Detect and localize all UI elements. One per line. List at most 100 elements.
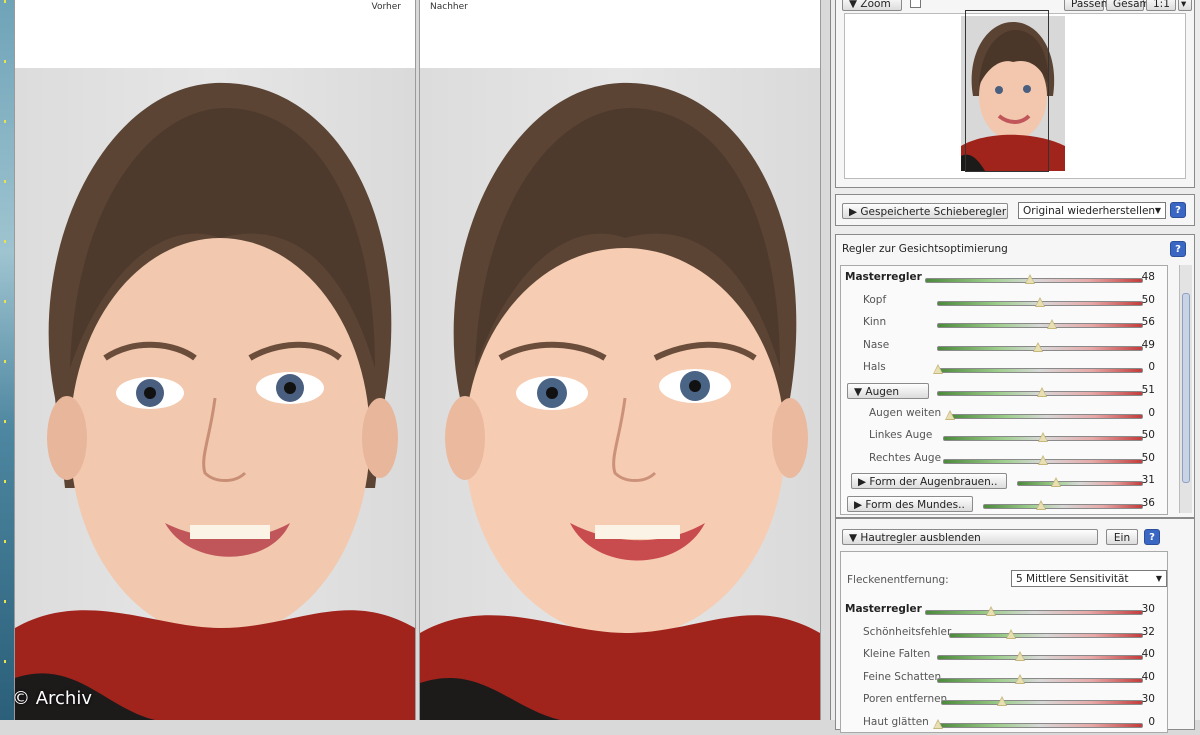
slider-track[interactable] bbox=[933, 364, 1143, 375]
saved-sliders-button[interactable]: ▶ Gespeicherte Schieberegler bbox=[842, 203, 1008, 219]
slider-track[interactable] bbox=[937, 673, 1143, 684]
chevron-right-icon: ▶ bbox=[854, 499, 866, 511]
slider-value: 56 bbox=[1141, 316, 1155, 329]
slider-thumb[interactable] bbox=[1032, 341, 1043, 352]
slider-value: 32 bbox=[1141, 625, 1155, 638]
slider-label: Feine Schatten bbox=[863, 670, 942, 683]
slider-track[interactable] bbox=[925, 606, 1143, 616]
blemish-label: Fleckenentfernung: bbox=[847, 574, 949, 586]
slider-track[interactable] bbox=[943, 432, 1143, 443]
slider-label: Schönheitsfehler bbox=[863, 625, 952, 638]
slider-label: Hals bbox=[863, 361, 886, 374]
slider-label: Kleine Falten bbox=[863, 648, 931, 661]
slider-value: 0 bbox=[1148, 406, 1155, 419]
face-scrollbar-thumb[interactable] bbox=[1182, 293, 1190, 483]
slider-thumb[interactable] bbox=[1014, 651, 1025, 662]
slider-row-kinn: Kinn 56 bbox=[841, 313, 1163, 335]
slider-row-schönheitsfehler: Schönheitsfehler 32 bbox=[841, 623, 1163, 645]
slider-track[interactable] bbox=[1017, 477, 1143, 488]
slider-value: 40 bbox=[1141, 670, 1155, 683]
slider-track[interactable] bbox=[937, 341, 1143, 352]
slider-row-feine-schatten: Feine Schatten 40 bbox=[841, 668, 1163, 690]
skin-slider-list: Fleckenentfernung: 5 Mittlere Sensitivit… bbox=[840, 551, 1168, 733]
slider-track[interactable] bbox=[937, 319, 1143, 330]
on-button[interactable]: Ein bbox=[1106, 529, 1138, 545]
fit-button[interactable]: Passend bbox=[1064, 0, 1114, 11]
zoom-dropdown-button[interactable]: ▾ bbox=[1178, 0, 1192, 11]
augen-expand-button[interactable]: ▼ Augen bbox=[847, 383, 929, 399]
slider-thumb[interactable] bbox=[1038, 432, 1048, 443]
slider-thumb[interactable] bbox=[1047, 319, 1058, 330]
slider-value: 31 bbox=[1141, 474, 1155, 487]
slider-track[interactable] bbox=[937, 387, 1143, 397]
chevron-right-icon: ▶ bbox=[858, 476, 870, 489]
skin-help-icon[interactable]: ? bbox=[1144, 529, 1160, 545]
slider-value: 50 bbox=[1141, 293, 1155, 306]
help-icon[interactable]: ? bbox=[1170, 202, 1186, 218]
zoom-panel: ▼ Zoom Passend Gesamt 1:1 ▾ bbox=[835, 0, 1195, 188]
slider-row-masterregler: Masterregler 30 bbox=[841, 600, 1163, 622]
slider-row-nase: Nase 49 bbox=[841, 336, 1163, 358]
slider-track[interactable] bbox=[949, 628, 1143, 639]
slider-thumb[interactable] bbox=[1014, 673, 1025, 684]
slider-track[interactable] bbox=[937, 651, 1143, 662]
slider-track[interactable] bbox=[941, 696, 1143, 707]
slider-track[interactable] bbox=[983, 500, 1143, 510]
slider-value: 50 bbox=[1141, 451, 1155, 464]
hide-skin-sliders-button[interactable]: ▼ Hautregler ausblenden bbox=[842, 529, 1098, 545]
slider-value: 30 bbox=[1141, 603, 1155, 615]
zoom-toggle-button[interactable]: ▼ Zoom bbox=[842, 0, 902, 11]
slider-value: 0 bbox=[1148, 361, 1155, 374]
skin-panel: ▼ Hautregler ausblenden Ein ? Fleckenent… bbox=[835, 518, 1195, 733]
slider-thumb[interactable] bbox=[997, 696, 1007, 707]
slider-track[interactable] bbox=[933, 719, 1143, 729]
one-to-one-button[interactable]: 1:1 bbox=[1146, 0, 1176, 11]
slider-thumb[interactable] bbox=[945, 409, 955, 420]
before-label: Vorher bbox=[371, 2, 401, 12]
slider-thumb[interactable] bbox=[933, 719, 943, 729]
slider-label: Augen bbox=[865, 386, 900, 398]
slider-row-haut-glätten: Haut glätten 0 bbox=[841, 713, 1163, 735]
slider-row-form-der-augenbrauen: ▶ Form der Augenbrauen.. 31 bbox=[841, 471, 1163, 493]
slider-label: Augen weiten bbox=[869, 406, 942, 419]
navigator-area bbox=[844, 10, 1186, 179]
slider-label: Form des Mundes.. bbox=[865, 499, 965, 511]
face-panel: Regler zur Gesichtsoptimierung ? Masterr… bbox=[835, 234, 1195, 518]
slider-label: Masterregler bbox=[845, 603, 922, 615]
before-photo bbox=[15, 68, 415, 720]
slider-thumb[interactable] bbox=[1038, 454, 1048, 465]
slider-label: Nase bbox=[863, 338, 890, 351]
saved-sliders-label: Gespeicherte Schieberegler bbox=[860, 206, 1007, 218]
face-scrollbar[interactable] bbox=[1179, 265, 1192, 513]
slider-label: Masterregler bbox=[845, 271, 922, 283]
slider-thumb[interactable] bbox=[1006, 628, 1017, 639]
form-der-augenbrauen-expand-button[interactable]: ▶ Form der Augenbrauen.. bbox=[851, 473, 1007, 490]
slider-thumb[interactable] bbox=[1024, 274, 1035, 284]
slider-thumb[interactable] bbox=[1035, 296, 1045, 307]
slider-track[interactable] bbox=[925, 274, 1143, 284]
saved-sliders-panel: ▶ Gespeicherte Schieberegler Original wi… bbox=[835, 194, 1195, 226]
slider-label: Kinn bbox=[863, 316, 887, 329]
navigator-viewport-frame[interactable] bbox=[965, 10, 1049, 172]
slider-thumb[interactable] bbox=[985, 606, 996, 616]
blemish-select-value: 5 Mittlere Sensitivität bbox=[1016, 573, 1129, 585]
zoom-checkbox[interactable] bbox=[910, 0, 921, 8]
after-label: Nachher bbox=[430, 2, 468, 12]
whole-button[interactable]: Gesamt bbox=[1106, 0, 1154, 11]
slider-thumb[interactable] bbox=[1035, 500, 1046, 510]
slider-track[interactable] bbox=[943, 454, 1143, 465]
face-slider-list: Masterregler 48 Kopf 50 Kinn 56 Nase 49 Hals 0 ▼ A… bbox=[840, 265, 1168, 515]
slider-thumb[interactable] bbox=[1051, 477, 1062, 488]
slider-thumb[interactable] bbox=[933, 364, 943, 375]
slider-thumb[interactable] bbox=[1037, 387, 1048, 397]
slider-row-kopf: Kopf 50 bbox=[841, 291, 1163, 313]
restore-select-value: Original wiederherstellen bbox=[1023, 205, 1156, 217]
form-des-mundes-expand-button[interactable]: ▶ Form des Mundes.. bbox=[847, 496, 973, 512]
blemish-select[interactable]: 5 Mittlere Sensitivität ▼ bbox=[1011, 570, 1167, 587]
slider-value: 48 bbox=[1141, 271, 1155, 283]
face-help-icon[interactable]: ? bbox=[1170, 241, 1186, 257]
slider-track[interactable] bbox=[945, 409, 1143, 420]
slider-track[interactable] bbox=[937, 296, 1143, 307]
slider-label: Linkes Auge bbox=[869, 429, 933, 442]
restore-select[interactable]: Original wiederherstellen ▼ bbox=[1018, 202, 1166, 219]
